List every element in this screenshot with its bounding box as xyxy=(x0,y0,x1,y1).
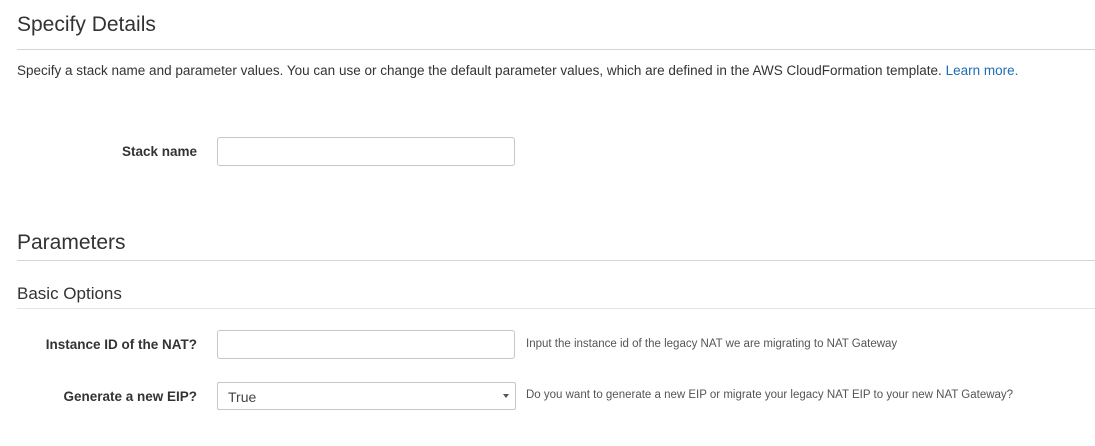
nat-instance-label: Instance ID of the NAT? xyxy=(45,337,197,352)
generate-eip-hint: Do you want to generate a new EIP or mig… xyxy=(526,389,1014,401)
nat-instance-hint: Input the instance id of the legacy NAT … xyxy=(526,338,898,350)
parameters-heading: Parameters xyxy=(17,231,126,254)
basic-options-heading: Basic Options xyxy=(17,284,122,303)
dropdown-arrow-icon xyxy=(503,394,509,398)
stack-name-label: Stack name xyxy=(121,144,197,159)
details-description: Specify a stack name and parameter value… xyxy=(17,62,1018,80)
generate-eip-selected-value: True xyxy=(228,389,257,405)
learn-more-link[interactable]: Learn more. xyxy=(946,63,1019,78)
generate-eip-label: Generate a new EIP? xyxy=(63,389,197,404)
generate-eip-select[interactable]: True xyxy=(217,382,516,410)
title-divider xyxy=(17,49,1095,50)
parameters-divider xyxy=(17,260,1095,261)
basic-options-divider xyxy=(17,308,1095,309)
nat-instance-input[interactable] xyxy=(217,330,515,359)
description-text: Specify a stack name and parameter value… xyxy=(17,63,942,78)
page-title: Specify Details xyxy=(17,13,156,36)
stack-name-input[interactable] xyxy=(217,137,515,166)
